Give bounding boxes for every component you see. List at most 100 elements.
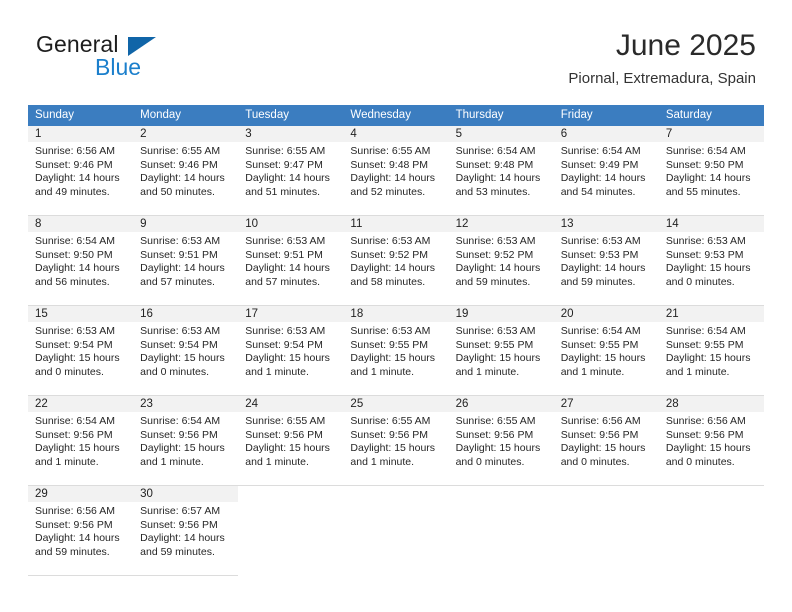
calendar-day-cell[interactable]: 30 Sunrise: 6:57 AM Sunset: 9:56 PM Dayligh… (133, 486, 239, 576)
calendar-day-cell[interactable]: 20 Sunrise: 6:54 AM Sunset: 9:55 PM Dayligh… (553, 306, 659, 396)
calendar-day-cell[interactable]: 6 Sunrise: 6:54 AM Sunset: 9:49 PM Daylight… (553, 126, 659, 216)
day-cell-inner: 22 Sunrise: 6:54 AM Sunset: 9:56 PM Dayligh… (28, 396, 134, 486)
sunset-text: Sunset: 9:51 PM (140, 248, 218, 261)
calendar-header-row: Sunday Monday Tuesday Wednesday Thursday… (28, 105, 764, 126)
day-number: 27 (553, 396, 659, 412)
day-cell-inner: 2 Sunrise: 6:55 AM Sunset: 9:46 PM Daylight… (133, 126, 239, 216)
calendar-day-cell[interactable]: 13 Sunrise: 6:53 AM Sunset: 9:53 PM Dayligh… (553, 216, 659, 306)
sunrise-text: Sunrise: 6:53 AM (350, 325, 431, 337)
calendar-day-cell[interactable]: 11 Sunrise: 6:53 AM Sunset: 9:52 PM Dayligh… (343, 216, 449, 306)
daylight-text-line1: Daylight: 15 hours (350, 352, 436, 365)
calendar-day-cell[interactable]: 29 Sunrise: 6:56 AM Sunset: 9:56 PM Dayligh… (28, 486, 134, 576)
calendar-empty-cell (238, 486, 343, 576)
calendar-day-cell[interactable]: 1 Sunrise: 6:56 AM Sunset: 9:46 PM Daylight… (28, 126, 134, 216)
daylight-text-line1: Daylight: 14 hours (245, 172, 330, 185)
calendar-day-cell[interactable]: 14 Sunrise: 6:53 AM Sunset: 9:53 PM Dayligh… (658, 216, 764, 306)
day-details: Sunrise: 6:55 AM Sunset: 9:47 PM Daylight:… (238, 142, 343, 199)
weekday-header-friday: Friday (553, 105, 659, 126)
sunrise-text: Sunrise: 6:55 AM (455, 415, 536, 427)
daylight-text-line2: and 55 minutes. (665, 185, 741, 198)
sunset-text: Sunset: 9:54 PM (140, 338, 218, 351)
sunset-text: Sunset: 9:53 PM (560, 248, 639, 261)
day-number (449, 486, 554, 502)
sunrise-text: Sunrise: 6:54 AM (455, 145, 536, 157)
day-details: Sunrise: 6:56 AM Sunset: 9:56 PM Daylight:… (554, 412, 659, 469)
daylight-text-line1: Daylight: 15 hours (35, 442, 120, 455)
day-number: 22 (28, 396, 134, 412)
calendar-day-cell[interactable]: 12 Sunrise: 6:53 AM Sunset: 9:52 PM Dayligh… (448, 216, 554, 306)
calendar-day-cell[interactable]: 18 Sunrise: 6:53 AM Sunset: 9:55 PM Dayligh… (343, 306, 449, 396)
calendar-day-cell[interactable]: 8 Sunrise: 6:54 AM Sunset: 9:50 PM Daylight… (28, 216, 134, 306)
calendar-day-cell[interactable]: 10 Sunrise: 6:53 AM Sunset: 9:51 PM Dayligh… (238, 216, 344, 306)
calendar-day-cell[interactable]: 19 Sunrise: 6:53 AM Sunset: 9:55 PM Dayligh… (448, 306, 554, 396)
calendar-day-cell[interactable]: 25 Sunrise: 6:55 AM Sunset: 9:56 PM Dayligh… (343, 396, 449, 486)
calendar-day-cell[interactable]: 22 Sunrise: 6:54 AM Sunset: 9:56 PM Dayligh… (28, 396, 134, 486)
calendar-day-cell[interactable]: 4 Sunrise: 6:55 AM Sunset: 9:48 PM Daylight… (343, 126, 449, 216)
day-details (238, 502, 343, 505)
calendar-table: Sunday Monday Tuesday Wednesday Thursday… (28, 105, 764, 576)
calendar-day-cell[interactable]: 5 Sunrise: 6:54 AM Sunset: 9:48 PM Daylight… (448, 126, 554, 216)
daylight-text-line1: Daylight: 15 hours (140, 352, 225, 365)
sunrise-text: Sunrise: 6:54 AM (140, 415, 221, 427)
day-details: Sunrise: 6:56 AM Sunset: 9:46 PM Daylight:… (28, 142, 133, 199)
day-cell-inner: 23 Sunrise: 6:54 AM Sunset: 9:56 PM Dayligh… (133, 396, 239, 486)
calendar-day-cell[interactable]: 15 Sunrise: 6:53 AM Sunset: 9:54 PM Dayligh… (28, 306, 134, 396)
daylight-text-line2: and 1 minute. (455, 365, 520, 378)
daylight-text-line2: and 1 minute. (665, 365, 730, 378)
weekday-header-monday: Monday (133, 105, 239, 126)
sunset-text: Sunset: 9:56 PM (455, 428, 534, 441)
sunset-text: Sunset: 9:50 PM (665, 158, 744, 171)
calendar-day-cell[interactable]: 7 Sunrise: 6:54 AM Sunset: 9:50 PM Daylight… (658, 126, 764, 216)
day-details: Sunrise: 6:53 AM Sunset: 9:52 PM Daylight:… (343, 232, 448, 289)
day-number: 11 (343, 216, 449, 232)
sunset-text: Sunset: 9:56 PM (560, 428, 639, 441)
day-details: Sunrise: 6:56 AM Sunset: 9:56 PM Daylight:… (659, 412, 764, 469)
daylight-text-line1: Daylight: 14 hours (35, 262, 120, 275)
day-number: 1 (28, 126, 134, 142)
daylight-text-line2: and 49 minutes. (35, 185, 110, 198)
day-cell-inner (343, 486, 448, 576)
day-number: 8 (28, 216, 134, 232)
calendar-day-cell[interactable]: 28 Sunrise: 6:56 AM Sunset: 9:56 PM Dayligh… (658, 396, 764, 486)
daylight-text-line1: Daylight: 15 hours (455, 352, 541, 365)
daylight-text-line1: Daylight: 14 hours (350, 172, 436, 185)
day-cell-inner: 18 Sunrise: 6:53 AM Sunset: 9:55 PM Dayligh… (343, 306, 449, 396)
calendar-day-cell[interactable]: 21 Sunrise: 6:54 AM Sunset: 9:55 PM Dayligh… (658, 306, 764, 396)
sunset-text: Sunset: 9:56 PM (35, 518, 113, 531)
calendar-day-cell[interactable]: 17 Sunrise: 6:53 AM Sunset: 9:54 PM Dayligh… (238, 306, 344, 396)
calendar-week-row: 29 Sunrise: 6:56 AM Sunset: 9:56 PM Dayligh… (28, 486, 764, 576)
day-details (659, 502, 764, 505)
daylight-text-line2: and 56 minutes. (35, 275, 110, 288)
calendar-day-cell[interactable]: 9 Sunrise: 6:53 AM Sunset: 9:51 PM Daylight… (133, 216, 239, 306)
day-cell-inner: 14 Sunrise: 6:53 AM Sunset: 9:53 PM Dayligh… (658, 216, 764, 306)
daylight-text-line1: Daylight: 15 hours (140, 442, 225, 455)
calendar-day-cell[interactable]: 24 Sunrise: 6:55 AM Sunset: 9:56 PM Dayligh… (238, 396, 344, 486)
sunrise-text: Sunrise: 6:53 AM (455, 325, 536, 337)
day-number (554, 486, 659, 502)
logo-text-general: General (36, 31, 119, 57)
calendar-day-cell[interactable]: 23 Sunrise: 6:54 AM Sunset: 9:56 PM Dayligh… (133, 396, 239, 486)
general-blue-logo: General Blue (36, 33, 256, 83)
calendar-day-cell[interactable]: 27 Sunrise: 6:56 AM Sunset: 9:56 PM Dayligh… (553, 396, 659, 486)
calendar-day-cell[interactable]: 16 Sunrise: 6:53 AM Sunset: 9:54 PM Dayligh… (133, 306, 239, 396)
day-details: Sunrise: 6:55 AM Sunset: 9:46 PM Daylight:… (133, 142, 238, 199)
daylight-text-line1: Daylight: 14 hours (140, 172, 225, 185)
daylight-text-line1: Daylight: 14 hours (35, 172, 120, 185)
day-details: Sunrise: 6:55 AM Sunset: 9:56 PM Daylight:… (238, 412, 343, 469)
day-number: 3 (238, 126, 344, 142)
sunset-text: Sunset: 9:55 PM (665, 338, 744, 351)
calendar-day-cell[interactable]: 2 Sunrise: 6:55 AM Sunset: 9:46 PM Daylight… (133, 126, 239, 216)
page-title: June 2025 (615, 29, 756, 62)
sunset-text: Sunset: 9:52 PM (455, 248, 534, 261)
sunset-text: Sunset: 9:56 PM (350, 428, 429, 441)
sunrise-text: Sunrise: 6:53 AM (35, 325, 115, 337)
calendar-day-cell[interactable]: 3 Sunrise: 6:55 AM Sunset: 9:47 PM Daylight… (238, 126, 344, 216)
calendar-day-cell[interactable]: 26 Sunrise: 6:55 AM Sunset: 9:56 PM Dayligh… (448, 396, 554, 486)
daylight-text-line1: Daylight: 14 hours (455, 172, 541, 185)
daylight-text-line2: and 1 minute. (350, 455, 415, 468)
day-number: 5 (448, 126, 554, 142)
sunrise-text: Sunrise: 6:55 AM (350, 145, 431, 157)
day-cell-inner: 4 Sunrise: 6:55 AM Sunset: 9:48 PM Daylight… (343, 126, 449, 216)
weekday-header-saturday: Saturday (658, 105, 764, 126)
daylight-text-line2: and 0 minutes. (665, 455, 735, 468)
